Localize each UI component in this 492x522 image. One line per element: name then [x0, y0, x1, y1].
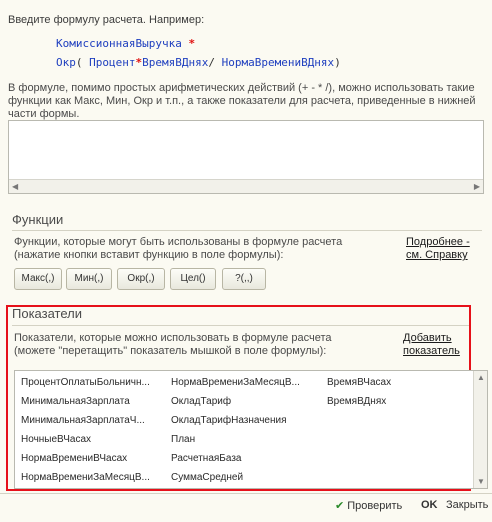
example-time-days: ВремяВДнях	[142, 56, 209, 69]
func-round-button[interactable]: Окр(,)	[117, 268, 165, 290]
formula-value	[9, 121, 483, 127]
check-icon: ✔	[335, 500, 345, 512]
example-norm-days: НормаВремениВДнях	[221, 56, 335, 69]
list-item[interactable]: НормаВремениЗаМесяцВ...	[171, 377, 300, 388]
indicators-desc-line-2: (можете "перетащить" показатель мышкой в…	[14, 345, 327, 357]
functions-divider	[12, 230, 482, 231]
help-link[interactable]: Подробнее - см. Справку	[406, 236, 470, 262]
functions-desc-line-1: Функции, которые могут быть использованы…	[14, 236, 343, 248]
example-line-1: КомиссионнаяВыручка *	[56, 37, 195, 50]
example-paren-open: (	[75, 56, 83, 69]
indicators-title: Показатели	[12, 306, 82, 321]
func-min-button[interactable]: Мин(,)	[66, 268, 112, 290]
check-label: Проверить	[347, 500, 403, 512]
example-star: *	[188, 37, 196, 50]
list-item[interactable]: НочныеВЧасах	[21, 434, 91, 445]
list-item[interactable]: План	[171, 434, 195, 445]
footer-divider	[0, 493, 492, 494]
scroll-right-icon[interactable]: ▶	[474, 182, 480, 191]
formula-description: В формуле, помимо простых арифметических…	[8, 82, 476, 120]
list-item[interactable]: ВремяВЧасах	[327, 377, 391, 388]
intro-text: Введите формулу расчета. Например:	[8, 14, 205, 26]
list-item[interactable]: ОкладТарифНазначения	[171, 415, 287, 426]
indicators-description: Показатели, которые можно использовать в…	[14, 332, 331, 358]
example-percent: Процент	[89, 56, 136, 69]
func-int-button[interactable]: Цел()	[170, 268, 216, 290]
list-item[interactable]: ПроцентОплатыБольничн...	[21, 377, 150, 388]
indicators-list[interactable]: ПроцентОплатыБольничн... МинимальнаяЗарп…	[14, 370, 488, 489]
help-link-line-1[interactable]: Подробнее -	[406, 236, 470, 249]
list-item[interactable]: СуммаСредней	[171, 472, 243, 483]
functions-title: Функции	[12, 212, 64, 227]
indicators-divider	[12, 325, 469, 326]
add-indicator-line-1[interactable]: Добавить	[403, 332, 460, 345]
scroll-up-icon[interactable]: ▲	[477, 373, 485, 382]
list-item[interactable]: МинимальнаяЗарплатаЧ...	[21, 415, 145, 426]
list-item[interactable]: ВремяВДнях	[327, 396, 386, 407]
add-indicator-line-2[interactable]: показатель	[403, 345, 460, 358]
list-item[interactable]: МинимальнаяЗарплата	[21, 396, 130, 407]
example-line-2: Окр( Процент*ВремяВДнях/ НормаВремениВДн…	[56, 56, 341, 69]
check-button[interactable]: ✔ Проверить	[335, 499, 402, 512]
list-item[interactable]: РасчетнаяБаза	[171, 453, 241, 464]
functions-desc-line-2: (нажатие кнопки вставит функцию в поле ф…	[14, 249, 284, 261]
list-item[interactable]: ОкладТариф	[171, 396, 231, 407]
add-indicator-link[interactable]: Добавить показатель	[403, 332, 460, 358]
example-func: Окр	[56, 56, 76, 69]
close-button[interactable]: Закрыть	[446, 499, 488, 511]
example-paren-close: )	[334, 56, 341, 69]
functions-description: Функции, которые могут быть использованы…	[14, 236, 342, 262]
example-name: КомиссионнаяВыручка	[56, 37, 182, 50]
list-item[interactable]: НормаВремениЗаМесяцВ...	[21, 472, 150, 483]
help-link-line-2[interactable]: см. Справку	[406, 249, 470, 262]
scroll-left-icon[interactable]: ◀	[12, 182, 18, 191]
indicators-desc-line-1: Показатели, которые можно использовать в…	[14, 332, 332, 344]
func-if-button[interactable]: ?(,,)	[222, 268, 266, 290]
formula-hscrollbar[interactable]: ◀ ▶	[9, 179, 483, 193]
indicators-vscrollbar[interactable]: ▲ ▼	[473, 371, 487, 488]
ok-button[interactable]: OK	[421, 499, 438, 511]
example-slash: /	[208, 56, 215, 69]
scroll-down-icon[interactable]: ▼	[477, 477, 485, 486]
func-max-button[interactable]: Макс(,)	[14, 268, 62, 290]
list-item[interactable]: НормаВремениВЧасах	[21, 453, 127, 464]
formula-editor[interactable]: ◀ ▶	[8, 120, 484, 194]
